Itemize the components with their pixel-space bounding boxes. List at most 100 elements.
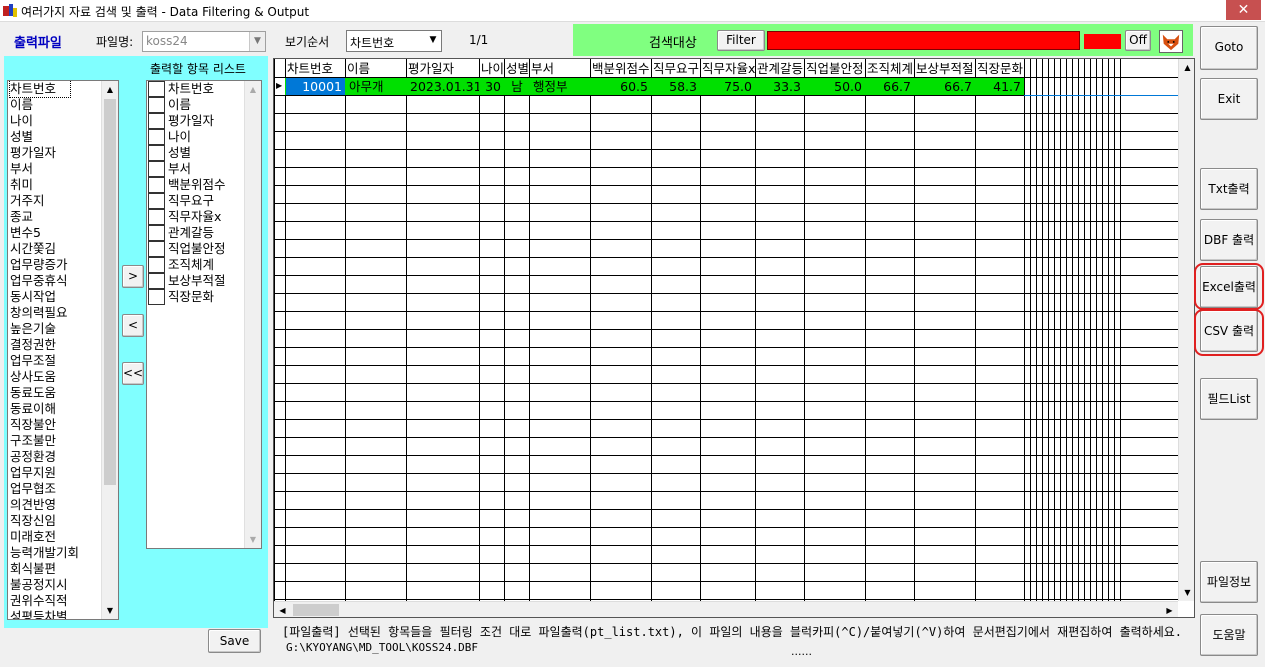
- scroll-down-icon[interactable]: ▼: [1179, 584, 1194, 601]
- field-list-item[interactable]: 동료이해: [10, 401, 102, 417]
- field-list-item[interactable]: 능력개발기회: [10, 545, 102, 561]
- available-fields-listbox[interactable]: 차트번호 이름 나이 성별 평가일자 부서 취미 거주지 종교 변수5 시간쫓김 업무량증가 업무중휴식…: [7, 80, 119, 620]
- field-list-item[interactable]: 구조불만: [10, 433, 102, 449]
- field-list-item[interactable]: 종교: [10, 209, 102, 225]
- table-cell[interactable]: 30: [480, 78, 504, 95]
- column-header[interactable]: 나이: [480, 60, 504, 77]
- item-checkbox[interactable]: [148, 273, 165, 289]
- scroll-up-icon[interactable]: ▲: [102, 81, 118, 98]
- field-list-item[interactable]: 결정권한: [10, 337, 102, 353]
- item-checkbox[interactable]: [148, 113, 165, 129]
- column-header[interactable]: 이름: [346, 60, 406, 77]
- field-list-item[interactable]: 부서: [10, 161, 102, 177]
- field-list-item[interactable]: 직장신임: [10, 513, 102, 529]
- filter-button[interactable]: Filter: [717, 30, 765, 51]
- table-cell[interactable]: 행정부: [530, 78, 590, 95]
- scroll-left-icon[interactable]: ◀: [274, 602, 291, 617]
- column-header[interactable]: 백분위점수: [591, 60, 651, 77]
- item-checkbox[interactable]: [148, 129, 165, 145]
- field-list-item[interactable]: 회식불편: [10, 561, 102, 577]
- field-list-item[interactable]: 권위수직적: [10, 593, 102, 609]
- item-checkbox[interactable]: [148, 209, 165, 225]
- remove-field-button[interactable]: <: [122, 314, 144, 337]
- chevron-down-icon[interactable]: ▼: [249, 32, 265, 51]
- field-list-item[interactable]: 의견반영: [10, 497, 102, 513]
- scroll-up-icon[interactable]: ▲: [245, 81, 261, 98]
- file-info-button[interactable]: 파일정보: [1200, 561, 1258, 603]
- table-cell[interactable]: 10001: [286, 78, 345, 95]
- scroll-thumb[interactable]: [293, 604, 339, 616]
- txt-output-button[interactable]: Txt출력: [1200, 168, 1258, 210]
- remove-all-fields-button[interactable]: <<: [122, 362, 144, 385]
- table-cell[interactable]: 남: [505, 78, 529, 95]
- output-items-listbox[interactable]: 차트번호 이름 평가일자 나이 성별 부서 백분위점수 직무요구 직무자율x 관계갈등 직업불안정 조…: [146, 80, 262, 549]
- column-header[interactable]: 직장문화: [976, 60, 1024, 77]
- item-checkbox[interactable]: [148, 145, 165, 161]
- filename-combobox[interactable]: koss24 ▼: [142, 31, 266, 52]
- field-list-item[interactable]: 공정환경: [10, 449, 102, 465]
- output-scrollbar[interactable]: ▲ ▼: [244, 81, 261, 548]
- table-cell[interactable]: 33.3: [756, 78, 804, 95]
- table-cell[interactable]: 60.5: [591, 78, 651, 95]
- table-cell[interactable]: 75.0: [701, 78, 755, 95]
- field-list-item[interactable]: 업무지원: [10, 465, 102, 481]
- field-list-item[interactable]: 업무량증가: [10, 257, 102, 273]
- field-list-item[interactable]: 불공정지시: [10, 577, 102, 593]
- column-header[interactable]: 성별: [505, 60, 529, 77]
- field-list-item[interactable]: 업무중휴식: [10, 273, 102, 289]
- grid-horizontal-scrollbar[interactable]: ◀ ▶: [274, 601, 1178, 617]
- column-header[interactable]: 직업불안정: [805, 60, 865, 77]
- view-order-select[interactable]: 차트번호 ▼: [346, 30, 442, 52]
- field-list-button[interactable]: 필드List: [1200, 378, 1258, 420]
- help-button[interactable]: 도움말: [1200, 614, 1258, 656]
- scroll-down-icon[interactable]: ▼: [102, 602, 118, 619]
- item-checkbox[interactable]: [148, 97, 165, 113]
- item-checkbox[interactable]: [148, 225, 165, 241]
- column-header[interactable]: 부서: [530, 60, 590, 77]
- scroll-up-icon[interactable]: ▲: [1179, 59, 1194, 76]
- field-list-item[interactable]: 직장불안: [10, 417, 102, 433]
- column-header[interactable]: 조직체계: [866, 60, 914, 77]
- grid-vertical-scrollbar[interactable]: ▲ ▼: [1178, 59, 1194, 601]
- field-list-item[interactable]: 평가일자: [10, 145, 102, 161]
- item-checkbox[interactable]: [148, 289, 165, 305]
- field-list-item[interactable]: 성평등차별: [10, 609, 102, 619]
- data-grid[interactable]: ▲ ▼ ◀ ▶ 차트번호 이름 평가일자 나이 성별 부서 백분위점수 직무요구 직무자율x 관계…: [273, 58, 1195, 618]
- field-list-item[interactable]: 변수5: [10, 225, 102, 241]
- table-cell[interactable]: 50.0: [805, 78, 865, 95]
- field-list-item[interactable]: 나이: [10, 113, 102, 129]
- filter-off-button[interactable]: Off: [1125, 30, 1151, 51]
- column-header[interactable]: 평가일자: [407, 60, 479, 77]
- item-checkbox[interactable]: [148, 161, 165, 177]
- scroll-down-icon[interactable]: ▼: [245, 531, 261, 548]
- field-list-item[interactable]: 차트번호: [9, 81, 71, 98]
- chevron-down-icon[interactable]: ▼: [425, 31, 441, 50]
- item-checkbox[interactable]: [148, 241, 165, 257]
- field-list-item[interactable]: 업무협조: [10, 481, 102, 497]
- field-list-item[interactable]: 성별: [10, 129, 102, 145]
- field-list-item[interactable]: 취미: [10, 177, 102, 193]
- field-list-item[interactable]: 높은기술: [10, 321, 102, 337]
- table-cell[interactable]: 아무개: [346, 78, 406, 95]
- item-checkbox[interactable]: [148, 257, 165, 273]
- item-checkbox[interactable]: [148, 193, 165, 209]
- column-header[interactable]: 관계갈등: [756, 60, 804, 77]
- add-field-button[interactable]: >: [122, 265, 144, 288]
- item-checkbox[interactable]: [148, 81, 165, 97]
- scroll-right-icon[interactable]: ▶: [1161, 602, 1178, 617]
- scroll-thumb[interactable]: [104, 99, 116, 485]
- field-list-item[interactable]: 거주지: [10, 193, 102, 209]
- exit-button[interactable]: Exit: [1200, 78, 1258, 120]
- field-list-item[interactable]: 이름: [10, 97, 102, 113]
- dbf-output-button[interactable]: DBF 출력: [1200, 219, 1258, 261]
- fox-icon[interactable]: [1159, 30, 1183, 53]
- table-cell[interactable]: 66.7: [866, 78, 914, 95]
- field-list-item[interactable]: 동료도움: [10, 385, 102, 401]
- table-cell[interactable]: 66.7: [915, 78, 975, 95]
- field-list-item[interactable]: 동시작업: [10, 289, 102, 305]
- field-list-item[interactable]: 상사도움: [10, 369, 102, 385]
- save-button[interactable]: Save: [208, 629, 261, 653]
- fields-scrollbar[interactable]: ▲ ▼: [101, 81, 118, 619]
- column-header[interactable]: 직무요구: [652, 60, 700, 77]
- column-header[interactable]: 직무자율x: [701, 60, 755, 77]
